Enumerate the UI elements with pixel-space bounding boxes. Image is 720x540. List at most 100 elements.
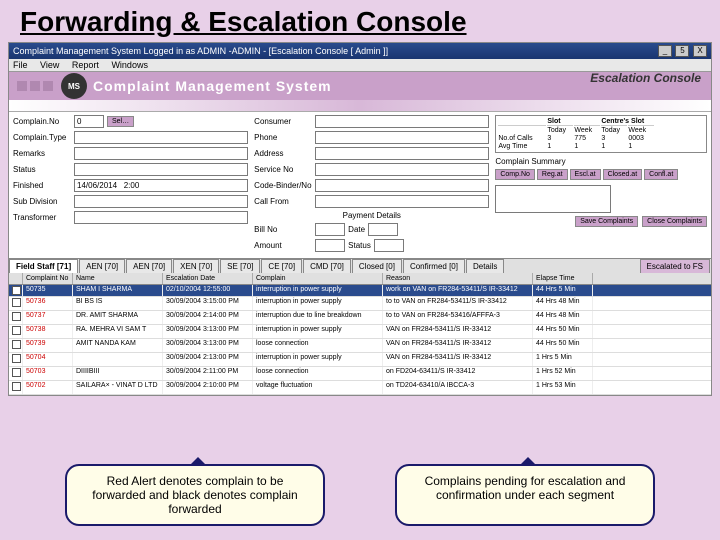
minimize-button[interactable]: _: [658, 45, 672, 57]
remarks-input[interactable]: [74, 147, 248, 160]
table-row[interactable]: 50738RA. MEHRA VI SAM T30/09/2004 3:13:0…: [9, 325, 711, 339]
table-row[interactable]: 50737DR. AMIT SHARMA30/09/2004 2:14:00 P…: [9, 311, 711, 325]
transformer-input[interactable]: [74, 211, 248, 224]
hdr-date[interactable]: Escalation Date: [163, 273, 253, 284]
row-checkbox[interactable]: [12, 368, 21, 377]
subdiv-input[interactable]: [74, 195, 248, 208]
table-row[interactable]: 50736BI BS IS30/09/2004 3:15:00 PMinterr…: [9, 297, 711, 311]
cell-reason: work on VAN on FR284-53411/S IR-33412: [383, 285, 533, 296]
status-input[interactable]: [74, 163, 248, 176]
tab-se[interactable]: SE [70]: [220, 259, 260, 273]
tab-escalated[interactable]: Escalated to FS: [640, 259, 710, 273]
table-row[interactable]: 50703DIIIIBIII30/09/2004 2:11:00 PMloose…: [9, 367, 711, 381]
cell-reason: on TD204-63410/A IBCCA-3: [383, 381, 533, 394]
address-input[interactable]: [315, 147, 489, 160]
cell-complain: interruption in power supply: [253, 297, 383, 310]
consumer-label: Consumer: [254, 117, 312, 126]
cell-no: 50738: [23, 325, 73, 338]
close-complaints-button[interactable]: Close Complaints: [642, 216, 707, 227]
consumer-input[interactable]: [315, 115, 489, 128]
row-checkbox[interactable]: [12, 326, 21, 335]
tab-esclat[interactable]: Escl.at: [570, 169, 601, 180]
menu-windows[interactable]: Windows: [111, 60, 148, 70]
complain-no-input[interactable]: [74, 115, 104, 128]
tab-confirmed[interactable]: Confirmed [0]: [403, 259, 465, 273]
pstatus-input[interactable]: [374, 239, 404, 252]
menu-view[interactable]: View: [40, 60, 59, 70]
date-label: Date: [348, 225, 365, 234]
hdr-no[interactable]: Complaint No: [23, 273, 73, 284]
cell-name: DR. AMIT SHARMA: [73, 311, 163, 324]
hdr-name[interactable]: Name: [73, 273, 163, 284]
tab-fieldstaff[interactable]: Field Staff [71]: [9, 259, 78, 273]
row-checkbox[interactable]: [12, 382, 21, 391]
pstatus-label: Status: [348, 241, 371, 250]
cell-date: 30/09/2004 3:13:00 PM: [163, 325, 253, 338]
complaints-grid: Complaint No Name Escalation Date Compla…: [9, 273, 711, 395]
close-button[interactable]: X: [693, 45, 707, 57]
billno-input[interactable]: [315, 223, 345, 236]
menu-report[interactable]: Report: [72, 60, 99, 70]
stats-r1: [498, 127, 546, 134]
complain-type-label: Complain.Type: [13, 133, 71, 142]
finished-label: Finished: [13, 181, 71, 190]
complain-summary-label: Complain Summary: [495, 157, 565, 166]
service-input[interactable]: [315, 163, 489, 176]
codebinder-input[interactable]: [315, 179, 489, 192]
stats-h5: [628, 118, 654, 126]
row-checkbox[interactable]: [12, 340, 21, 349]
hdr-complain[interactable]: Complain: [253, 273, 383, 284]
tab-compno[interactable]: Comp.No: [495, 169, 535, 180]
table-row[interactable]: ✓50735SHAM I SHARMA02/10/2004 12:55:00in…: [9, 285, 711, 297]
amount-input[interactable]: [315, 239, 345, 252]
tab-regat[interactable]: Reg.at: [537, 169, 568, 180]
maximize-button[interactable]: 5: [675, 45, 689, 57]
tab-closedat[interactable]: Closed.at: [603, 169, 643, 180]
phone-input[interactable]: [315, 131, 489, 144]
tab-aen2[interactable]: AEN [70]: [126, 259, 172, 273]
callfrom-input[interactable]: [315, 195, 489, 208]
cell-name: SAILARA× - VINAT D LTD: [73, 381, 163, 394]
select-button[interactable]: Sel…: [107, 116, 134, 127]
stats-b2: 1: [547, 143, 573, 150]
table-row[interactable]: 50702SAILARA× - VINAT D LTD30/09/2004 2:…: [9, 381, 711, 395]
date-input[interactable]: [368, 223, 398, 236]
cell-elapse: 1 Hrs 5 Min: [533, 353, 593, 366]
address-label: Address: [254, 149, 312, 158]
form-col-right: SlotCentre's Slot TodayWeekTodayWeek No.…: [495, 115, 707, 255]
tab-ce[interactable]: CE [70]: [261, 259, 302, 273]
tab-aen1[interactable]: AEN [70]: [79, 259, 125, 273]
cell-date: 30/09/2004 3:15:00 PM: [163, 297, 253, 310]
finished-input[interactable]: [74, 179, 248, 192]
hdr-reason[interactable]: Reason: [383, 273, 533, 284]
stats-b1: Avg Time: [498, 143, 546, 150]
row-checkbox[interactable]: [12, 312, 21, 321]
menu-file[interactable]: File: [13, 60, 28, 70]
table-row[interactable]: 5070430/09/2004 2:13:00 PMinterruption i…: [9, 353, 711, 367]
cell-date: 30/09/2004 3:13:00 PM: [163, 339, 253, 352]
tab-xen[interactable]: XEN [70]: [173, 259, 219, 273]
cell-name: AMIT NANDA KAM: [73, 339, 163, 352]
stats-h2: Slot: [547, 118, 573, 126]
stripe: [9, 100, 711, 112]
cell-date: 30/09/2004 2:13:00 PM: [163, 353, 253, 366]
table-row[interactable]: 50739AMIT NANDA KAM30/09/2004 3:13:00 PM…: [9, 339, 711, 353]
cell-no: 50704: [23, 353, 73, 366]
summary-area[interactable]: [495, 185, 611, 213]
hdr-elapse[interactable]: Elapse Time: [533, 273, 593, 284]
row-checkbox[interactable]: [12, 354, 21, 363]
row-checkbox[interactable]: ✓: [12, 286, 21, 295]
tab-details[interactable]: Details: [466, 259, 504, 273]
save-complaints-button[interactable]: Save Complaints: [575, 216, 638, 227]
complain-type-input[interactable]: [74, 131, 248, 144]
app-window: Complaint Management System Logged in as…: [8, 42, 712, 396]
tab-closed[interactable]: Closed [0]: [352, 259, 402, 273]
tab-cmd[interactable]: CMD [70]: [303, 259, 351, 273]
stats-r3: Week: [574, 127, 600, 134]
banner: MS Complaint Management System Escalatio…: [9, 72, 711, 100]
tab-conflat[interactable]: Confl.at: [644, 169, 678, 180]
form-col-mid: Consumer Phone Address Service No Code-B…: [254, 115, 489, 255]
row-checkbox[interactable]: [12, 298, 21, 307]
cell-elapse: 1 Hrs 52 Min: [533, 367, 593, 380]
phone-label: Phone: [254, 133, 312, 142]
